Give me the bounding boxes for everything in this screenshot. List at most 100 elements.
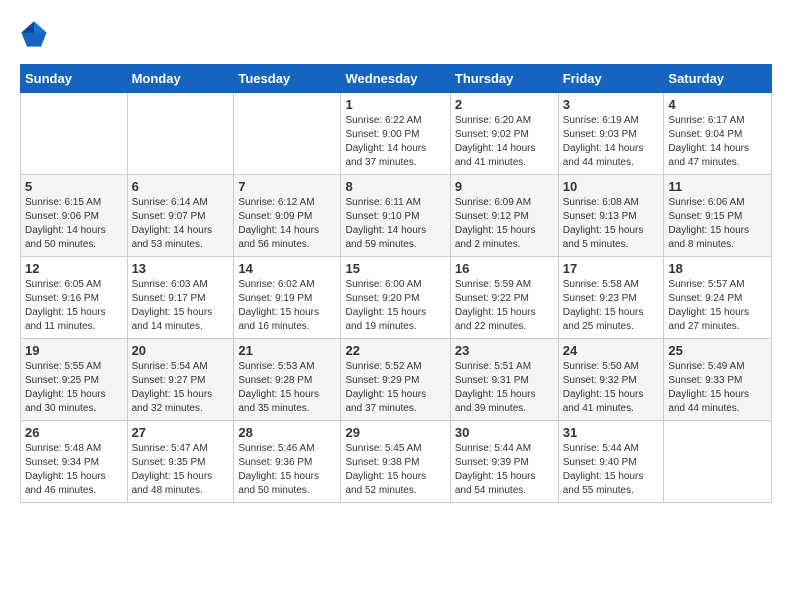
day-info: Sunrise: 6:14 AM Sunset: 9:07 PM Dayligh… bbox=[132, 196, 230, 252]
calendar-cell: 6 Sunrise: 6:14 AM Sunset: 9:07 PM Daylig… bbox=[127, 175, 234, 257]
calendar-header: SundayMondayTuesdayWednesdayThursdayFrid… bbox=[21, 65, 772, 93]
calendar-cell: 10Sunrise: 6:08 AM Sunset: 9:13 PM Dayli… bbox=[558, 175, 664, 257]
calendar-cell: 8Sunrise: 6:11 AM Sunset: 9:10 PM Daylig… bbox=[341, 175, 450, 257]
calendar-cell: 26 Sunrise: 5:48 AM Sunset: 9:34 PM Dayli… bbox=[21, 421, 128, 503]
calendar-cell: 9 Sunrise: 6:09 AM Sunset: 9:12 PM Daylig… bbox=[450, 175, 558, 257]
day-info: Sunrise: 6:09 AM Sunset: 9:12 PM Dayligh… bbox=[455, 196, 554, 252]
day-number: 14 bbox=[238, 261, 336, 276]
weekday-header-friday: Friday bbox=[558, 65, 664, 93]
calendar-week-row: 19 Sunrise: 5:55 AM Sunset: 9:25 PM Dayli… bbox=[21, 339, 772, 421]
day-info: Sunrise: 5:59 AM Sunset: 9:22 PM Dayligh… bbox=[455, 278, 554, 334]
day-info: Sunrise: 5:51 AM Sunset: 9:31 PM Dayligh… bbox=[455, 360, 554, 416]
day-info: Sunrise: 6:12 AM Sunset: 9:09 PM Dayligh… bbox=[238, 196, 336, 252]
calendar-cell bbox=[127, 93, 234, 175]
day-number: 11 bbox=[668, 179, 767, 194]
calendar-cell bbox=[21, 93, 128, 175]
day-number: 30 bbox=[455, 425, 554, 440]
day-number: 9 bbox=[455, 179, 554, 194]
calendar-cell: 15 Sunrise: 6:00 AM Sunset: 9:20 PM Dayli… bbox=[341, 257, 450, 339]
day-number: 3 bbox=[563, 97, 660, 112]
day-number: 15 bbox=[345, 261, 445, 276]
day-info: Sunrise: 5:46 AM Sunset: 9:36 PM Dayligh… bbox=[238, 442, 336, 498]
calendar-cell: 1 Sunrise: 6:22 AM Sunset: 9:00 PM Daylig… bbox=[341, 93, 450, 175]
day-info: Sunrise: 5:53 AM Sunset: 9:28 PM Dayligh… bbox=[238, 360, 336, 416]
calendar-week-row: 26 Sunrise: 5:48 AM Sunset: 9:34 PM Dayli… bbox=[21, 421, 772, 503]
weekday-header-tuesday: Tuesday bbox=[234, 65, 341, 93]
calendar-cell: 4 Sunrise: 6:17 AM Sunset: 9:04 PM Daylig… bbox=[664, 93, 772, 175]
calendar-cell: 24 Sunrise: 5:50 AM Sunset: 9:32 PM Dayli… bbox=[558, 339, 664, 421]
day-info: Sunrise: 5:54 AM Sunset: 9:27 PM Dayligh… bbox=[132, 360, 230, 416]
day-info: Sunrise: 6:19 AM Sunset: 9:03 PM Dayligh… bbox=[563, 114, 660, 170]
day-info: Sunrise: 5:55 AM Sunset: 9:25 PM Dayligh… bbox=[25, 360, 123, 416]
day-number: 18 bbox=[668, 261, 767, 276]
calendar-week-row: 1 Sunrise: 6:22 AM Sunset: 9:00 PM Daylig… bbox=[21, 93, 772, 175]
day-number: 23 bbox=[455, 343, 554, 358]
day-info: Sunrise: 6:17 AM Sunset: 9:04 PM Dayligh… bbox=[668, 114, 767, 170]
day-info: Sunrise: 6:05 AM Sunset: 9:16 PM Dayligh… bbox=[25, 278, 123, 334]
day-number: 31 bbox=[563, 425, 660, 440]
calendar-cell: 31 Sunrise: 5:44 AM Sunset: 9:40 PM Dayli… bbox=[558, 421, 664, 503]
calendar-body: 1 Sunrise: 6:22 AM Sunset: 9:00 PM Daylig… bbox=[21, 93, 772, 503]
logo-icon bbox=[20, 20, 48, 48]
weekday-header-wednesday: Wednesday bbox=[341, 65, 450, 93]
day-number: 5 bbox=[25, 179, 123, 194]
calendar-cell: 22 Sunrise: 5:52 AM Sunset: 9:29 PM Dayli… bbox=[341, 339, 450, 421]
day-info: Sunrise: 5:44 AM Sunset: 9:40 PM Dayligh… bbox=[563, 442, 660, 498]
weekday-header-sunday: Sunday bbox=[21, 65, 128, 93]
day-number: 4 bbox=[668, 97, 767, 112]
calendar-cell: 12 Sunrise: 6:05 AM Sunset: 9:16 PM Dayli… bbox=[21, 257, 128, 339]
day-number: 12 bbox=[25, 261, 123, 276]
header bbox=[20, 20, 772, 48]
calendar-cell: 7Sunrise: 6:12 AM Sunset: 9:09 PM Daylig… bbox=[234, 175, 341, 257]
calendar-cell: 5Sunrise: 6:15 AM Sunset: 9:06 PM Daylig… bbox=[21, 175, 128, 257]
calendar-cell: 28 Sunrise: 5:46 AM Sunset: 9:36 PM Dayli… bbox=[234, 421, 341, 503]
logo bbox=[20, 20, 50, 48]
day-number: 13 bbox=[132, 261, 230, 276]
day-info: Sunrise: 5:44 AM Sunset: 9:39 PM Dayligh… bbox=[455, 442, 554, 498]
calendar-cell: 29Sunrise: 5:45 AM Sunset: 9:38 PM Dayli… bbox=[341, 421, 450, 503]
day-number: 21 bbox=[238, 343, 336, 358]
day-number: 24 bbox=[563, 343, 660, 358]
day-info: Sunrise: 5:58 AM Sunset: 9:23 PM Dayligh… bbox=[563, 278, 660, 334]
weekday-header-saturday: Saturday bbox=[664, 65, 772, 93]
calendar-cell: 17 Sunrise: 5:58 AM Sunset: 9:23 PM Dayli… bbox=[558, 257, 664, 339]
calendar-cell: 25 Sunrise: 5:49 AM Sunset: 9:33 PM Dayli… bbox=[664, 339, 772, 421]
calendar-cell: 19 Sunrise: 5:55 AM Sunset: 9:25 PM Dayli… bbox=[21, 339, 128, 421]
day-number: 28 bbox=[238, 425, 336, 440]
calendar-week-row: 5Sunrise: 6:15 AM Sunset: 9:06 PM Daylig… bbox=[21, 175, 772, 257]
day-info: Sunrise: 6:08 AM Sunset: 9:13 PM Dayligh… bbox=[563, 196, 660, 252]
page: SundayMondayTuesdayWednesdayThursdayFrid… bbox=[0, 0, 792, 523]
day-info: Sunrise: 5:47 AM Sunset: 9:35 PM Dayligh… bbox=[132, 442, 230, 498]
weekday-row: SundayMondayTuesdayWednesdayThursdayFrid… bbox=[21, 65, 772, 93]
day-number: 1 bbox=[345, 97, 445, 112]
day-info: Sunrise: 5:49 AM Sunset: 9:33 PM Dayligh… bbox=[668, 360, 767, 416]
day-number: 27 bbox=[132, 425, 230, 440]
calendar-cell bbox=[664, 421, 772, 503]
day-number: 26 bbox=[25, 425, 123, 440]
calendar-cell: 18Sunrise: 5:57 AM Sunset: 9:24 PM Dayli… bbox=[664, 257, 772, 339]
day-info: Sunrise: 6:22 AM Sunset: 9:00 PM Dayligh… bbox=[345, 114, 445, 170]
calendar-cell bbox=[234, 93, 341, 175]
calendar-cell: 11Sunrise: 6:06 AM Sunset: 9:15 PM Dayli… bbox=[664, 175, 772, 257]
day-info: Sunrise: 6:20 AM Sunset: 9:02 PM Dayligh… bbox=[455, 114, 554, 170]
day-number: 19 bbox=[25, 343, 123, 358]
day-info: Sunrise: 6:00 AM Sunset: 9:20 PM Dayligh… bbox=[345, 278, 445, 334]
day-number: 20 bbox=[132, 343, 230, 358]
calendar-cell: 27 Sunrise: 5:47 AM Sunset: 9:35 PM Dayli… bbox=[127, 421, 234, 503]
weekday-header-thursday: Thursday bbox=[450, 65, 558, 93]
weekday-header-monday: Monday bbox=[127, 65, 234, 93]
day-number: 6 bbox=[132, 179, 230, 194]
day-info: Sunrise: 6:11 AM Sunset: 9:10 PM Dayligh… bbox=[345, 196, 445, 252]
day-number: 17 bbox=[563, 261, 660, 276]
day-number: 25 bbox=[668, 343, 767, 358]
day-info: Sunrise: 5:52 AM Sunset: 9:29 PM Dayligh… bbox=[345, 360, 445, 416]
day-number: 2 bbox=[455, 97, 554, 112]
calendar-cell: 16Sunrise: 5:59 AM Sunset: 9:22 PM Dayli… bbox=[450, 257, 558, 339]
calendar-cell: 13Sunrise: 6:03 AM Sunset: 9:17 PM Dayli… bbox=[127, 257, 234, 339]
calendar-table: SundayMondayTuesdayWednesdayThursdayFrid… bbox=[20, 64, 772, 503]
calendar-cell: 20 Sunrise: 5:54 AM Sunset: 9:27 PM Dayli… bbox=[127, 339, 234, 421]
day-number: 22 bbox=[345, 343, 445, 358]
day-info: Sunrise: 5:48 AM Sunset: 9:34 PM Dayligh… bbox=[25, 442, 123, 498]
calendar-cell: 2 Sunrise: 6:20 AM Sunset: 9:02 PM Daylig… bbox=[450, 93, 558, 175]
day-info: Sunrise: 5:50 AM Sunset: 9:32 PM Dayligh… bbox=[563, 360, 660, 416]
